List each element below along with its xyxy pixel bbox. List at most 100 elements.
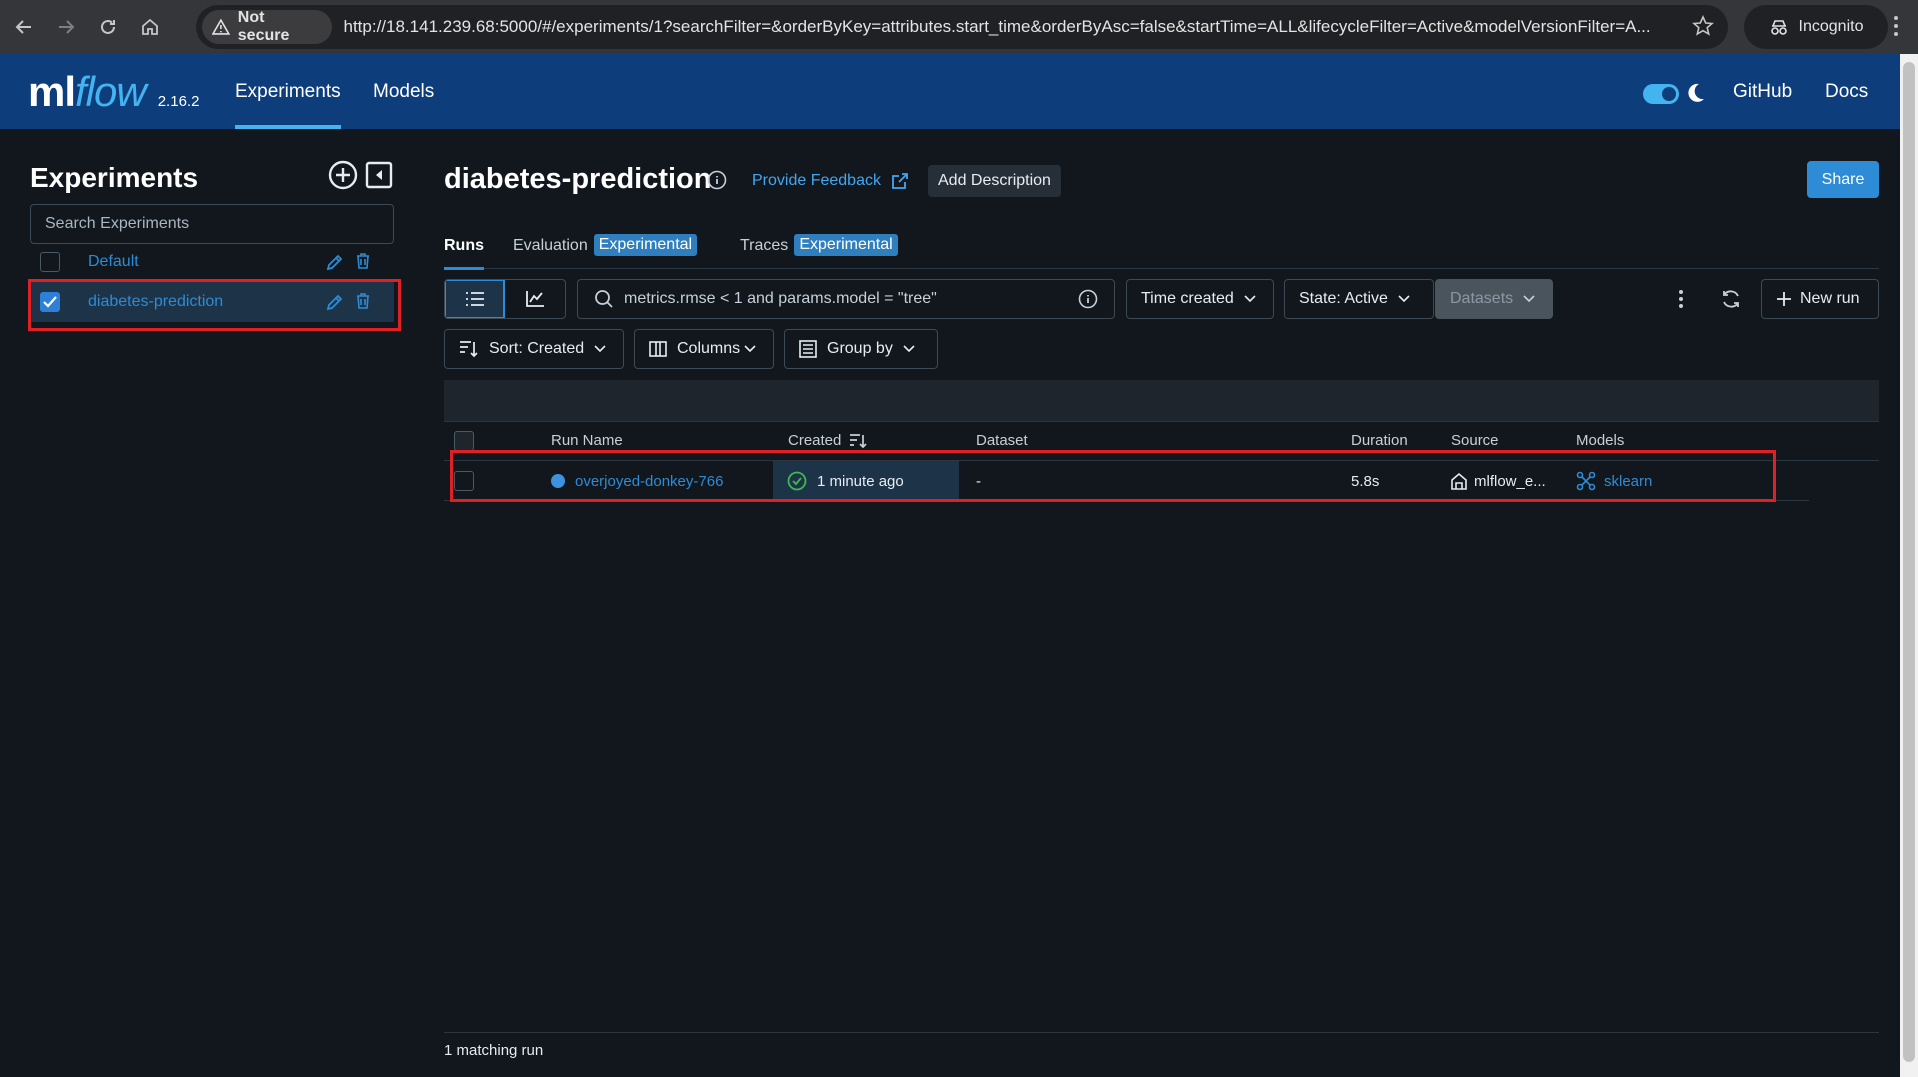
not-secure-indicator[interactable]: Not secure — [202, 9, 332, 44]
sort-label: Sort: Created — [489, 340, 585, 357]
tab-traces-label: Traces — [740, 237, 789, 254]
experiment-checkbox[interactable] — [40, 252, 60, 272]
warning-icon — [212, 19, 230, 35]
header-duration[interactable]: Duration — [1351, 432, 1408, 449]
chevron-down-icon — [594, 345, 606, 353]
columns-dropdown[interactable]: Columns — [634, 329, 774, 369]
external-link-icon — [892, 173, 908, 189]
new-run-button[interactable]: New run — [1761, 279, 1879, 319]
header-source[interactable]: Source — [1451, 432, 1499, 449]
page-title: diabetes-prediction — [444, 163, 712, 195]
provide-feedback-link[interactable]: Provide Feedback — [752, 172, 909, 190]
header-models[interactable]: Models — [1576, 432, 1624, 449]
browser-menu-icon[interactable] — [1893, 14, 1899, 38]
incognito-label: Incognito — [1798, 18, 1864, 35]
tab-bar: Runs Evaluation Experimental Traces Expe… — [444, 234, 1879, 270]
select-all-checkbox[interactable] — [454, 431, 474, 451]
experiment-actions — [326, 253, 370, 271]
search-icon — [595, 290, 613, 308]
plus-icon — [1777, 292, 1791, 306]
incognito-icon — [1770, 20, 1787, 35]
sort-icon — [460, 341, 478, 358]
chart-icon — [526, 291, 544, 307]
experimental-badge: Experimental — [794, 234, 898, 256]
chevron-down-icon — [1244, 295, 1256, 303]
header-created[interactable]: Created — [788, 432, 867, 449]
tab-evaluation-label: Evaluation — [513, 237, 588, 254]
moon-icon — [1687, 83, 1705, 103]
group-by-dropdown[interactable]: Group by — [784, 329, 938, 369]
state-label: State: Active — [1299, 290, 1388, 307]
add-description-button[interactable]: Add Description — [928, 165, 1061, 197]
scrollbar-thumb[interactable] — [1903, 62, 1915, 1062]
logo-flow-text: flow — [75, 67, 147, 115]
state-dropdown[interactable]: State: Active — [1284, 279, 1434, 319]
columns-label: Columns — [677, 340, 741, 357]
experiment-item-default[interactable]: Default — [30, 242, 394, 282]
version-label: 2.16.2 — [157, 92, 200, 110]
nav-docs[interactable]: Docs — [1825, 54, 1868, 129]
header-run-name[interactable]: Run Name — [551, 432, 623, 449]
chevron-down-icon — [903, 345, 915, 353]
info-icon[interactable] — [707, 170, 727, 190]
feedback-label: Provide Feedback — [752, 172, 881, 189]
chart-view-button[interactable] — [505, 280, 565, 318]
home-icon[interactable] — [132, 9, 168, 45]
highlight-box-experiment — [28, 279, 401, 331]
address-bar[interactable]: Not secure http://18.141.239.68:5000/#/e… — [196, 5, 1728, 49]
search-experiments-input[interactable] — [30, 204, 394, 244]
header-dataset[interactable]: Dataset — [976, 432, 1028, 449]
group-by-label: Group by — [827, 340, 893, 357]
runs-search-box[interactable] — [577, 279, 1115, 319]
table-view-button[interactable] — [445, 280, 506, 318]
time-created-dropdown[interactable]: Time created — [1126, 279, 1274, 319]
not-secure-label: Not secure — [237, 9, 290, 44]
datasets-label: Datasets — [1450, 290, 1514, 307]
url-text[interactable]: http://18.141.239.68:5000/#/experiments/… — [344, 17, 1729, 37]
back-icon[interactable] — [6, 9, 42, 45]
table-group-header — [444, 380, 1879, 422]
tab-runs-label: Runs — [444, 237, 484, 254]
highlight-box-run-row — [450, 450, 1776, 502]
header-created-label: Created — [788, 432, 842, 449]
nav-experiments[interactable]: Experiments — [235, 54, 341, 129]
forward-icon[interactable] — [48, 9, 84, 45]
refresh-icon[interactable] — [1720, 288, 1742, 310]
chevron-down-icon — [744, 345, 756, 353]
sort-dropdown[interactable]: Sort: Created — [444, 329, 624, 369]
experiment-name[interactable]: Default — [88, 253, 139, 271]
list-icon — [465, 292, 484, 306]
page-scrollbar[interactable] — [1900, 54, 1918, 1077]
reload-icon[interactable] — [90, 9, 126, 45]
mlflow-logo[interactable]: ml flow 2.16.2 — [28, 68, 199, 116]
logo-ml-text: ml — [28, 67, 76, 115]
incognito-indicator[interactable]: Incognito — [1744, 5, 1888, 49]
more-options-icon[interactable] — [1678, 289, 1684, 309]
chevron-down-icon — [1523, 295, 1535, 303]
tab-traces[interactable]: Traces Experimental — [740, 234, 898, 269]
group-by-icon — [799, 340, 817, 358]
search-info-icon[interactable] — [1078, 289, 1098, 309]
chevron-down-icon — [1398, 295, 1410, 303]
delete-icon[interactable] — [356, 253, 370, 269]
experimental-badge: Experimental — [593, 234, 698, 256]
collapse-sidebar-icon[interactable] — [365, 161, 393, 189]
add-experiment-icon[interactable] — [328, 160, 358, 190]
tab-runs[interactable]: Runs — [444, 237, 484, 270]
time-created-label: Time created — [1141, 290, 1234, 307]
footer-divider — [444, 1032, 1879, 1033]
matching-runs-count: 1 matching run — [444, 1042, 544, 1059]
share-button[interactable]: Share — [1807, 161, 1879, 198]
runs-search-input[interactable] — [624, 290, 1064, 308]
view-mode-toggle — [444, 279, 566, 319]
columns-icon — [649, 341, 667, 357]
tab-evaluation[interactable]: Evaluation Experimental — [513, 234, 698, 269]
sidebar-title: Experiments — [30, 162, 199, 193]
datasets-dropdown[interactable]: Datasets — [1435, 279, 1553, 319]
nav-github[interactable]: GitHub — [1733, 54, 1792, 129]
dark-mode-toggle[interactable] — [1643, 84, 1679, 104]
edit-icon[interactable] — [326, 253, 344, 271]
nav-models[interactable]: Models — [373, 54, 434, 129]
bookmark-star-icon[interactable] — [1692, 15, 1714, 37]
sort-descending-icon — [850, 433, 867, 448]
